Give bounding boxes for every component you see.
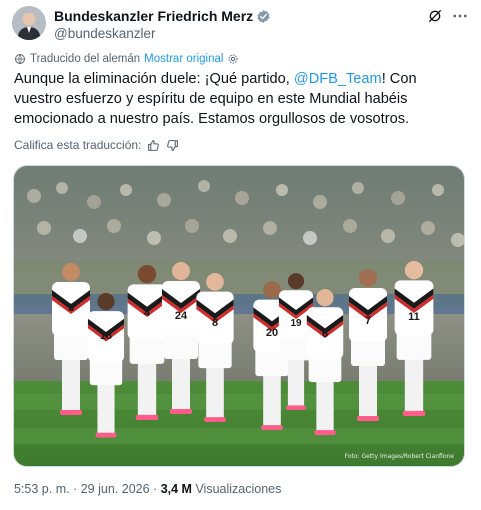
- tweet-meta: 5:53 p. m. · 29 jun. 2026 · 3,4 M Visual…: [14, 482, 281, 496]
- player-head: [62, 263, 80, 281]
- thumbs-down-icon[interactable]: [166, 139, 179, 152]
- player-boots: [402, 410, 426, 417]
- player-legs: [97, 377, 115, 435]
- show-original-link[interactable]: Mostrar original: [144, 53, 223, 65]
- views-label: Visualizaciones: [195, 482, 282, 496]
- jersey-number-19: 19: [290, 318, 302, 329]
- player-boots: [204, 417, 226, 422]
- team-photo: 3 18 4 24 8 20 19 6 7 11: [14, 166, 464, 466]
- player-head: [137, 264, 157, 284]
- player-legs: [359, 358, 377, 418]
- jersey-number-4: 4: [144, 307, 151, 319]
- mention-link[interactable]: @DFB_Team: [294, 71, 382, 87]
- player-head: [172, 262, 190, 280]
- author-display-name[interactable]: Bundeskanzler Friedrich Merz: [54, 8, 253, 25]
- player-legs: [404, 351, 424, 413]
- verified-badge-icon: [257, 9, 270, 24]
- author-display-name-row[interactable]: Bundeskanzler Friedrich Merz: [54, 8, 271, 25]
- avatar[interactable]: [12, 6, 46, 40]
- jersey-number-18: 18: [100, 330, 112, 342]
- player-shorts: [129, 335, 165, 364]
- tweet-date[interactable]: 29 jun. 2026: [81, 482, 150, 496]
- jersey-number-7: 7: [365, 315, 371, 327]
- views-count: 3,4 M: [160, 482, 192, 496]
- thumbs-up-icon[interactable]: [147, 139, 160, 152]
- jersey-number-11: 11: [408, 311, 420, 323]
- player-legs: [62, 352, 80, 412]
- tweet-photo[interactable]: 3 18 4 24 8 20 19 6 7 11 Foto: Getty Ima…: [13, 165, 465, 467]
- player-shorts: [308, 355, 342, 383]
- player-head: [359, 269, 377, 287]
- player-head: [404, 260, 424, 280]
- translation-notice: Traducido del alemán Mostrar original: [14, 53, 239, 65]
- translate-icon: [15, 54, 25, 64]
- player-shorts: [198, 340, 232, 369]
- player-boots: [261, 425, 283, 430]
- player-legs: [316, 374, 334, 433]
- tweet-time[interactable]: 5:53 p. m.: [14, 482, 70, 496]
- player-legs: [172, 351, 190, 411]
- jersey-number-6: 6: [322, 328, 328, 340]
- rate-translation-label: Califica esta traducción:: [14, 138, 142, 152]
- player-boots: [357, 416, 379, 421]
- tweet-header: Bundeskanzler Friedrich Merz @bundeskanz…: [12, 6, 469, 46]
- jersey-number-8: 8: [212, 317, 218, 329]
- player-boots: [314, 430, 336, 435]
- tweet-text: Aunque la eliminación duele: ¡Qué partid…: [14, 69, 464, 129]
- more-options-icon[interactable]: [451, 7, 469, 25]
- translation-notice-text: Traducido del alemán: [30, 53, 141, 65]
- jersey-number-3: 3: [68, 302, 74, 314]
- grok-icon[interactable]: [427, 8, 443, 24]
- player-legs: [137, 355, 157, 417]
- player-shorts: [164, 331, 198, 359]
- rate-translation: Califica esta traducción:: [14, 138, 179, 152]
- translation-settings-icon[interactable]: [227, 53, 239, 65]
- player-legs: [263, 368, 281, 428]
- player-boots: [286, 405, 306, 410]
- jersey-number-24: 24: [175, 310, 188, 322]
- player-head: [316, 289, 334, 307]
- jersey-number-20: 20: [266, 327, 278, 339]
- player-shorts: [54, 332, 88, 360]
- meta-separator: ·: [73, 482, 78, 496]
- player-boots: [135, 414, 159, 421]
- player-head: [206, 273, 224, 291]
- tweet-text-start: Aunque la eliminación duele: ¡Qué partid…: [14, 71, 294, 87]
- player-head: [97, 293, 115, 311]
- player-shorts: [351, 338, 385, 366]
- player-shorts: [89, 358, 123, 386]
- author-names: Bundeskanzler Friedrich Merz @bundeskanz…: [54, 8, 271, 43]
- player-legs: [206, 360, 224, 420]
- player-legs: [287, 353, 305, 408]
- player-boots: [60, 410, 82, 415]
- player-head: [287, 273, 305, 290]
- player-head: [263, 281, 281, 299]
- player-shorts: [280, 335, 312, 361]
- player-boots: [170, 409, 192, 414]
- player-boots: [95, 432, 117, 438]
- author-handle[interactable]: @bundeskanzler: [54, 25, 271, 43]
- meta-separator-2: ·: [153, 482, 158, 496]
- photo-credit: Foto: Getty Images/Robert Cianflone: [344, 453, 454, 460]
- player-shorts: [396, 331, 432, 360]
